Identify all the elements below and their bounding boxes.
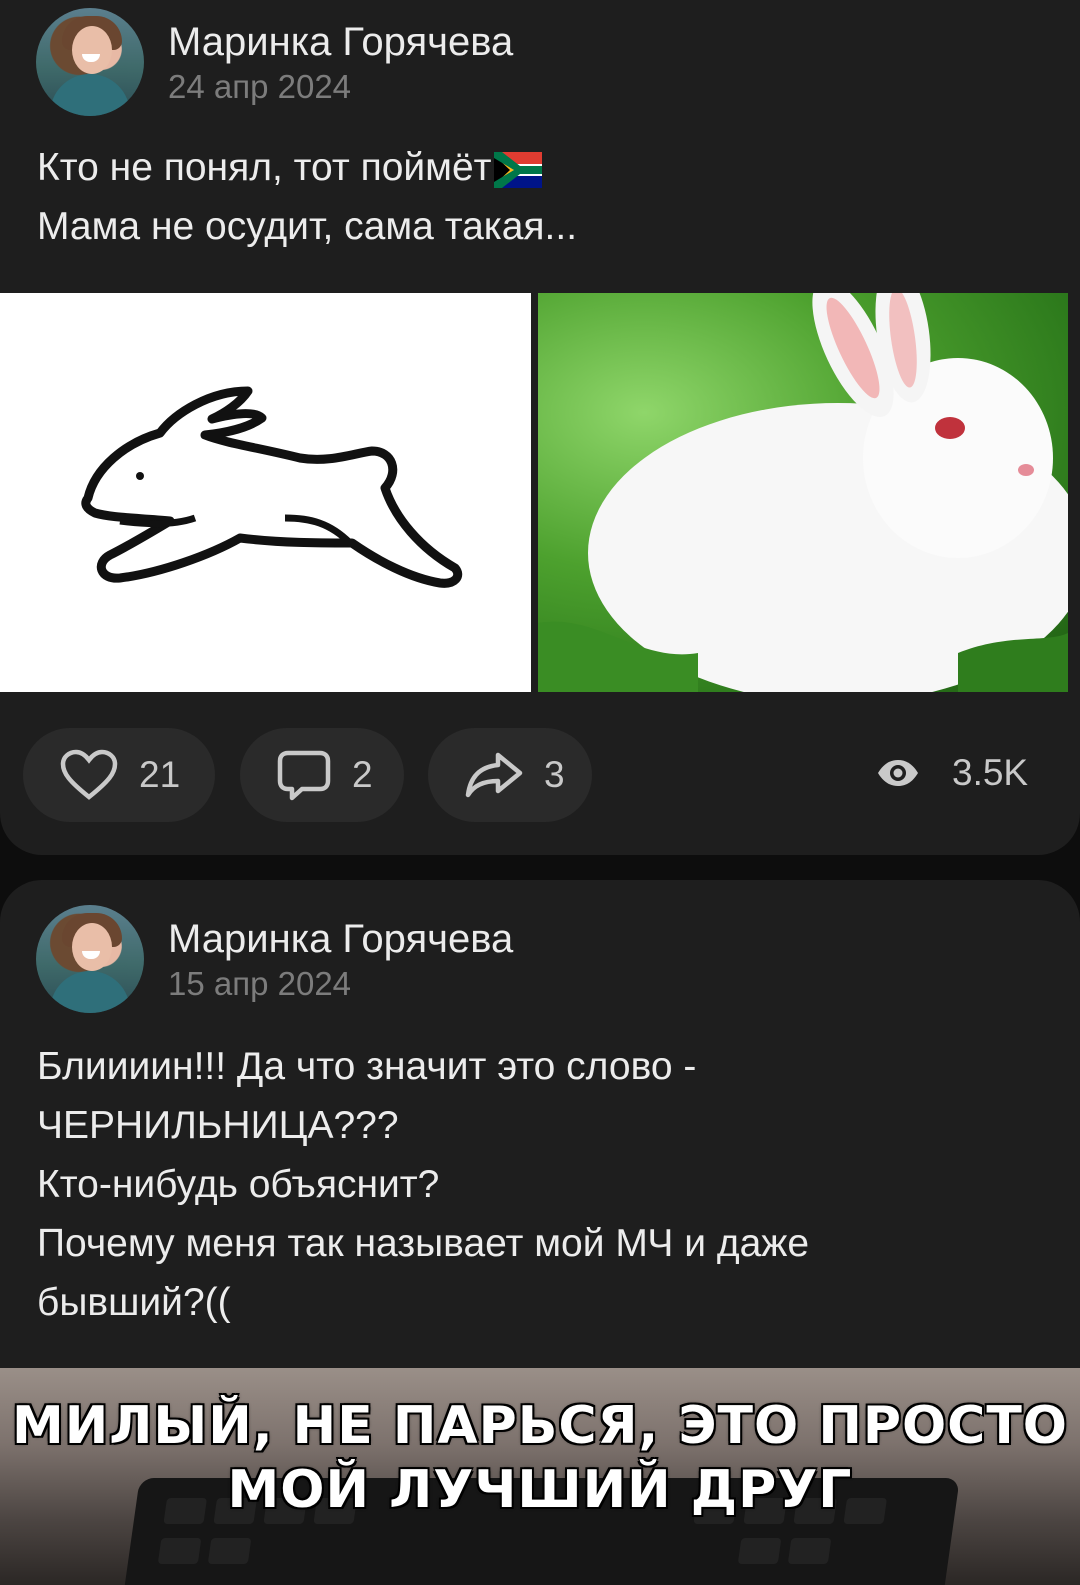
post-text-line: Кто-нибудь объяснит? [37, 1163, 440, 1206]
share-icon [465, 752, 523, 798]
post-date: 15 апр 2024 [168, 965, 352, 1002]
post-text-line: Блиииин!!! Да что значит это слово - [37, 1045, 697, 1088]
post-text-line: бывший?(( [37, 1281, 231, 1324]
post-text: Кто не понял, тот поймёт Мама не осудит,… [37, 138, 1037, 256]
post-text-line: Кто не понял, тот поймёт [37, 146, 492, 189]
comment-icon [277, 750, 331, 801]
share-count: 3 [544, 754, 565, 795]
author-name[interactable]: Маринка Горячева [168, 917, 513, 962]
comment-count: 2 [352, 754, 373, 795]
post-text-line: Мама не осудит, сама такая... [37, 205, 578, 248]
views-count: 3.5K [952, 752, 1029, 793]
like-button[interactable]: 21 [23, 728, 215, 822]
share-button[interactable]: 3 [428, 728, 592, 822]
meme-caption-line: МИЛЫЙ, НЕ ПАРЬСЯ, ЭТО ПРОСТО [11, 1396, 1069, 1456]
like-count: 21 [139, 754, 181, 795]
south-africa-flag-icon [493, 151, 542, 188]
post-card: Маринка Горячева 24 апр 2024 Кто не поня… [0, 0, 1080, 855]
rabbit-drawing-image[interactable] [0, 293, 531, 692]
comment-button[interactable]: 2 [240, 728, 404, 822]
avatar[interactable] [36, 8, 144, 116]
heart-icon [60, 749, 118, 800]
views-counter: 3.5K [876, 752, 1028, 794]
avatar[interactable] [36, 905, 144, 1013]
post-text-line: ЧЕРНИЛЬНИЦА??? [37, 1104, 399, 1147]
post-text: Блиииин!!! Да что значит это слово - ЧЕР… [37, 1037, 1037, 1332]
eye-icon [878, 760, 918, 786]
author-name[interactable]: Маринка Горячева [168, 20, 513, 65]
post-text-line: Почему меня так называет мой МЧ и даже [37, 1222, 810, 1265]
white-rabbit-photo[interactable] [538, 293, 1068, 692]
meme-caption-line: МОЙ ЛУЧШИЙ ДРУГ [227, 1460, 853, 1520]
meme-image[interactable]: МИЛЫЙ, НЕ ПАРЬСЯ, ЭТО ПРОСТО МОЙ ЛУЧШИЙ … [0, 1368, 1080, 1585]
post-date: 24 апр 2024 [168, 68, 352, 105]
